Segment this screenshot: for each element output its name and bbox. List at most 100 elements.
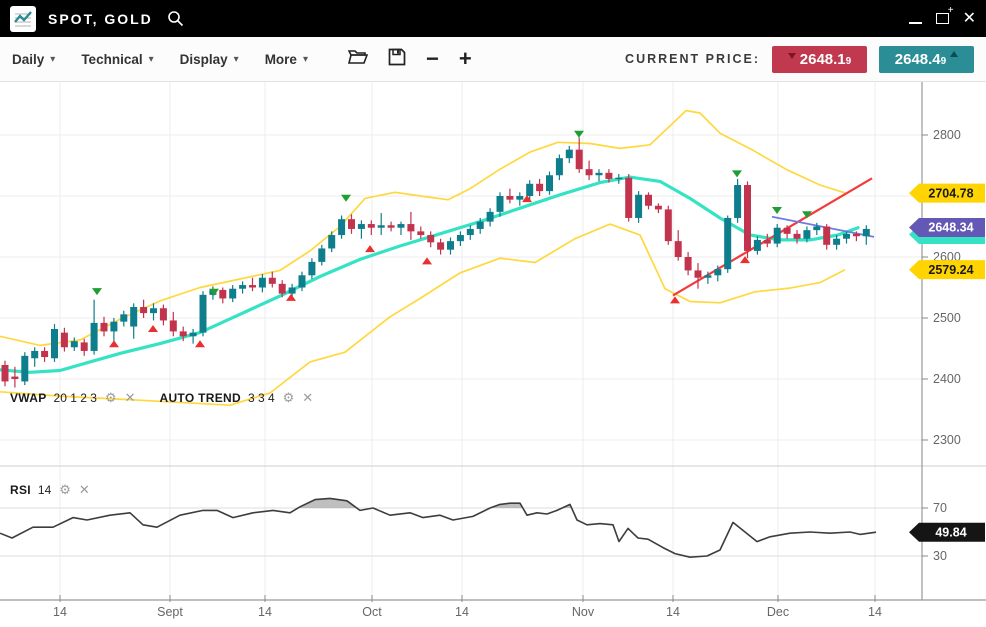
candle [348,219,355,229]
menu-display[interactable]: Display ▾ [180,52,239,67]
buy-triangle-icon [286,294,296,301]
rsi-value-badge: 49.84 [909,523,985,542]
rsi-line [0,498,876,557]
menu-technical[interactable]: Technical ▾ [81,52,153,67]
candle [21,356,28,382]
sell-triangle-icon [92,288,102,295]
candle [645,195,652,206]
date-tick-label: 14 [53,605,67,619]
candle [318,248,325,261]
sell-triangle-icon [772,207,782,214]
candle [625,178,632,218]
close-icon[interactable]: ✕ [125,390,136,406]
buy-triangle-icon [365,245,375,252]
candle [229,289,236,299]
candle [338,219,345,235]
candle [130,307,137,327]
toolbar: Daily ▾ Technical ▾ Display ▾ More ▾ [0,37,986,82]
buy-triangle-icon [670,296,680,303]
candle [586,169,593,175]
rsi-legend-row: RSI 14 ⚙ ✕ [10,482,90,498]
candle [41,351,48,357]
gear-icon[interactable]: ⚙ [105,390,117,406]
candle [506,196,513,200]
date-tick-label: 14 [258,605,272,619]
chevron-down-icon: ▾ [149,54,154,65]
candle [437,242,444,249]
chevron-down-icon: ▾ [303,54,308,65]
candle [51,329,58,358]
popout-window-button[interactable] [936,13,949,24]
candle [358,224,365,229]
candle [843,234,850,239]
chevron-down-icon: ▾ [234,54,239,65]
candle [11,377,18,379]
zoom-out-button[interactable]: − [426,49,439,69]
app-logo-icon [10,6,36,32]
candle [120,314,127,321]
candle [477,222,484,229]
candle [269,278,276,284]
chart-canvas[interactable]: 28002600250024002300703014Sept14Oct14Nov… [0,0,986,627]
open-folder-icon[interactable] [348,48,368,70]
upper-band-badge: 2704.78 [909,184,985,203]
save-icon[interactable] [388,48,406,71]
candle [427,235,434,242]
candle [81,342,88,351]
price-tick-label: 2500 [933,311,961,325]
current-price-label: CURRENT PRICE: [625,52,760,66]
menu-daily[interactable]: Daily ▾ [12,52,55,67]
candle [774,228,781,244]
close-icon[interactable]: ✕ [79,482,90,498]
candle [407,224,414,231]
zoom-in-button[interactable]: + [459,49,472,69]
candle [299,275,306,287]
date-tick-label: 14 [868,605,882,619]
candle [110,322,117,332]
price-tick-label: 2300 [933,433,961,447]
gridlines [0,82,922,600]
candle [180,331,187,336]
close-icon[interactable]: ✕ [302,390,313,406]
candle [803,230,810,239]
candle [724,218,731,269]
rsi-overbought-fill [0,498,876,557]
candle [615,178,622,179]
candle [764,240,771,244]
candle [219,290,226,299]
candle [704,275,711,277]
arrow-up-icon [950,51,958,57]
indicator-legend-row: VWAP 20 1 2 3 ⚙ ✕ AUTO TREND 3 3 4 ⚙ ✕ [10,390,313,406]
candle [487,212,494,222]
svg-text:2704.78: 2704.78 [928,186,973,200]
axes: 28002600250024002300703014Sept14Oct14Nov… [0,82,986,619]
menu-more[interactable]: More ▾ [265,52,308,67]
candle [457,235,464,241]
sell-triangle-icon [341,195,351,202]
candle [813,227,820,231]
bid-price-badge: 2648.19 [772,46,867,73]
candle [101,323,108,332]
minimize-button[interactable] [909,22,922,24]
gear-icon[interactable]: ⚙ [283,390,295,406]
buy-triangle-icon [109,340,119,347]
candle [863,229,870,236]
rsi-tick-label: 70 [933,501,947,515]
candle [279,284,286,294]
rsi-indicator-label: RSI [10,483,31,497]
close-button[interactable]: ✕ [963,11,976,27]
candle [784,228,791,234]
candle [675,241,682,257]
lower-band-badge: 2579.24 [909,260,985,279]
candle [655,206,662,210]
candle [378,225,385,227]
candle [685,257,692,270]
date-tick-label: Oct [362,605,382,619]
search-icon[interactable] [167,10,184,27]
date-tick-label: 14 [666,605,680,619]
candle [576,150,583,170]
candle [605,173,612,179]
gear-icon[interactable]: ⚙ [59,482,71,498]
date-tick-label: 14 [455,605,469,619]
sell-triangle-icon [732,170,742,177]
